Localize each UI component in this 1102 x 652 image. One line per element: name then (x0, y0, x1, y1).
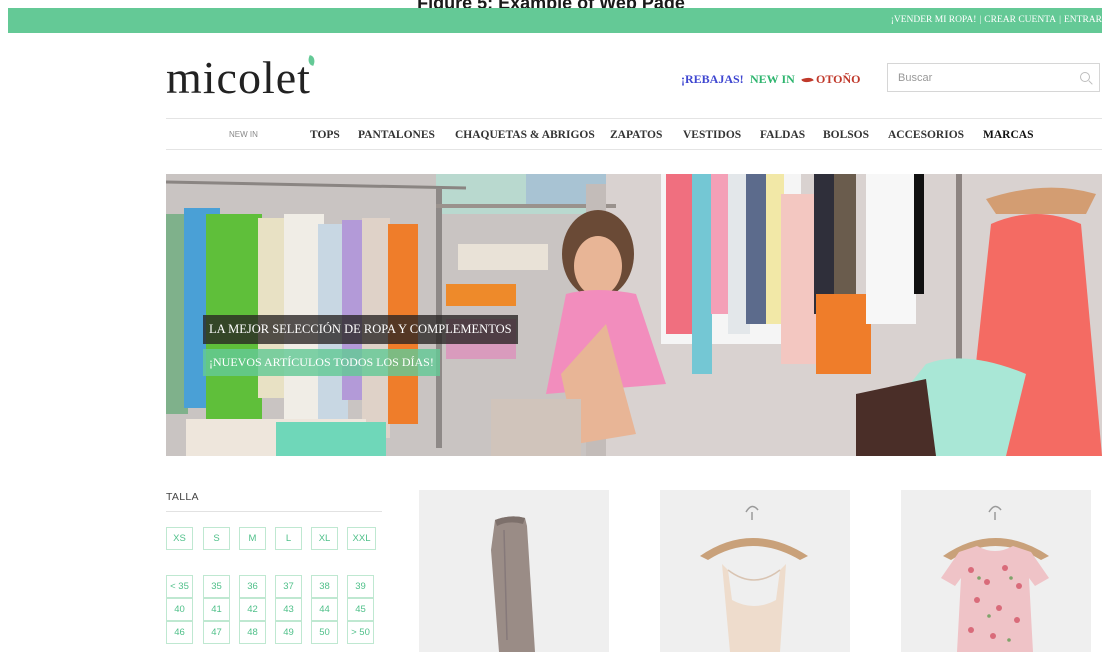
account-links: ¡VENDER MI ROPA! | CREAR CUENTA | ENTRAR (891, 8, 1102, 33)
shoe-size-option[interactable]: > 50 (347, 621, 374, 644)
shoe-size-option[interactable]: 49 (275, 621, 302, 644)
site-logo[interactable]: micolet (166, 48, 318, 108)
shoe-size-option[interactable]: 37 (275, 575, 302, 598)
nav-item-marcas[interactable]: MARCAS (983, 119, 1033, 149)
separator: | (979, 15, 982, 25)
create-account-link[interactable]: CREAR CUENTA (984, 15, 1056, 25)
silk-top-image (660, 490, 850, 652)
size-option-xxl[interactable]: XXL (347, 527, 376, 550)
product-card-silk-top[interactable] (660, 490, 850, 652)
hero-caption-primary: LA MEJOR SELECCIÓN DE ROPA Y COMPLEMENTO… (203, 315, 518, 344)
shoe-size-option[interactable]: 45 (347, 598, 374, 621)
boot-image (419, 490, 609, 652)
login-link[interactable]: ENTRAR (1064, 15, 1102, 25)
shoe-size-option[interactable]: 39 (347, 575, 374, 598)
size-option-l[interactable]: L (275, 527, 302, 550)
shoe-size-option[interactable]: 47 (203, 621, 230, 644)
promo-new-in-link[interactable]: NEW IN (750, 71, 795, 87)
hero-caption-secondary: ¡NUEVOS ARTÍCULOS TODOS LOS DÍAS! (203, 349, 440, 376)
logo-text: micolet (166, 52, 311, 103)
shoe-size-option[interactable]: 38 (311, 575, 338, 598)
nav-item-tops[interactable]: TOPS (310, 119, 340, 149)
nav-item-accesorios[interactable]: ACCESORIOS (888, 119, 964, 149)
divider (166, 511, 382, 512)
sell-my-clothes-link[interactable]: ¡VENDER MI ROPA! (891, 15, 977, 25)
nav-item-pantalones[interactable]: PANTALONES (358, 119, 435, 149)
figure-caption: Figure 5: Example of Web Page (0, 0, 1102, 8)
nav-item-vestidos[interactable]: VESTIDOS (683, 119, 741, 149)
search-box (887, 63, 1100, 92)
shoe-size-option[interactable]: 43 (275, 598, 302, 621)
product-card-floral-dress[interactable] (901, 490, 1091, 652)
size-option-xl[interactable]: XL (311, 527, 338, 550)
size-filter-title: TALLA (166, 491, 199, 503)
size-option-m[interactable]: M (239, 527, 266, 550)
shoe-size-option[interactable]: 41 (203, 598, 230, 621)
shoe-size-option[interactable]: 40 (166, 598, 193, 621)
size-option-s[interactable]: S (203, 527, 230, 550)
shoe-size-option[interactable]: 48 (239, 621, 266, 644)
size-option-xs[interactable]: XS (166, 527, 193, 550)
nav-item-new-in[interactable]: NEW IN (229, 119, 258, 149)
promo-rebajas-link[interactable]: ¡REBAJAS! (681, 71, 744, 87)
promo-otono-label: OTOÑO (816, 72, 861, 86)
shoe-size-option[interactable]: 42 (239, 598, 266, 621)
product-card-boot[interactable] (419, 490, 609, 652)
separator: | (1059, 15, 1061, 25)
shoe-size-option[interactable]: 50 (311, 621, 338, 644)
shoe-size-option[interactable]: 46 (166, 621, 193, 644)
search-input[interactable] (888, 64, 1063, 91)
search-icon[interactable] (1080, 72, 1090, 82)
main-nav: NEW IN TOPS PANTALONES CHAQUETAS & ABRIG… (166, 118, 1102, 150)
shoe-size-option[interactable]: 35 (203, 575, 230, 598)
shoe-size-option[interactable]: 44 (311, 598, 338, 621)
nav-item-bolsos[interactable]: BOLSOS (823, 119, 869, 149)
nav-item-faldas[interactable]: FALDAS (760, 119, 805, 149)
floral-dress-image (901, 490, 1091, 652)
shoe-size-option[interactable]: < 35 (166, 575, 193, 598)
top-bar: ¡VENDER MI ROPA! | CREAR CUENTA | ENTRAR (8, 8, 1102, 33)
nav-item-zapatos[interactable]: ZAPATOS (610, 119, 662, 149)
shoe-size-option[interactable]: 36 (239, 575, 266, 598)
nav-item-chaquetas-abrigos[interactable]: CHAQUETAS & ABRIGOS (455, 119, 595, 149)
promo-otono-link[interactable]: OTOÑO (801, 71, 861, 87)
leaf-icon (801, 75, 814, 86)
